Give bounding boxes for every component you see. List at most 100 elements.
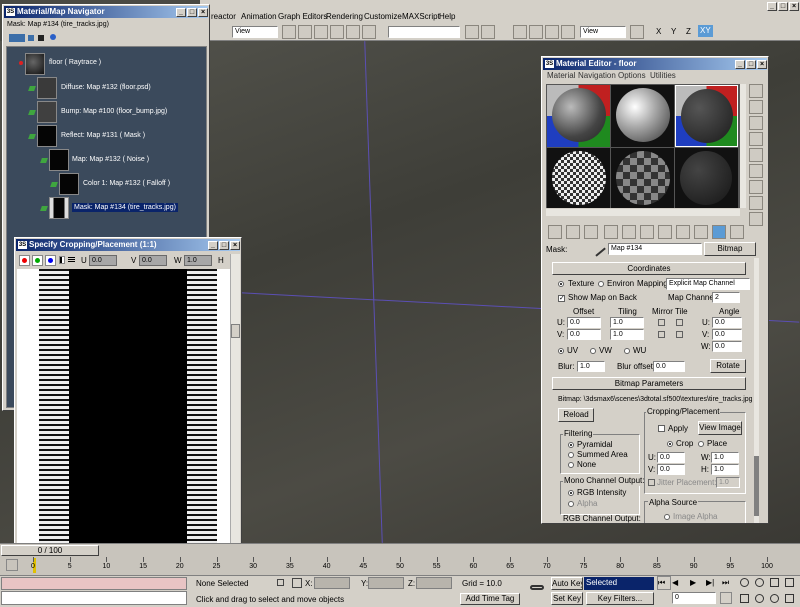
maximize-icon[interactable]: □ bbox=[219, 241, 229, 250]
tree-node-noise[interactable]: Map: Map #132 ( Noise ) bbox=[9, 149, 199, 171]
show-in-viewport-icon[interactable] bbox=[50, 34, 56, 40]
reload-button[interactable]: Reload bbox=[558, 408, 594, 422]
render-type-dropdown[interactable]: View bbox=[580, 26, 626, 38]
pan-icon[interactable] bbox=[755, 594, 764, 603]
environ-radio[interactable] bbox=[598, 281, 604, 287]
small-icons-icon[interactable] bbox=[28, 35, 34, 41]
minimize-icon[interactable]: _ bbox=[735, 60, 745, 69]
schematic-icon[interactable] bbox=[529, 25, 543, 39]
crop-w-field[interactable]: 1.0 bbox=[184, 255, 212, 266]
close-icon[interactable]: × bbox=[230, 241, 240, 250]
close-icon[interactable]: × bbox=[757, 60, 767, 69]
fov-icon[interactable] bbox=[740, 594, 749, 603]
summed-area-radio[interactable] bbox=[568, 452, 574, 458]
play-icon[interactable]: ▶ bbox=[690, 578, 696, 587]
tree-node-mask[interactable]: Mask: Map #134 (tire_tracks.jpg) bbox=[9, 197, 199, 219]
mated-menu-options[interactable]: Options bbox=[618, 71, 646, 81]
video-check-icon[interactable] bbox=[749, 148, 763, 162]
align-icon[interactable] bbox=[481, 25, 495, 39]
tree-node-diffuse[interactable]: Diffuse: Map #132 (floor.psd) bbox=[9, 77, 199, 99]
blue-channel-icon[interactable] bbox=[45, 255, 56, 266]
uv-tiling-icon[interactable] bbox=[749, 132, 763, 146]
close-icon[interactable]: × bbox=[198, 8, 208, 17]
jitter-checkbox[interactable] bbox=[648, 479, 655, 486]
menu-graph-editors[interactable]: Graph Editors bbox=[278, 12, 327, 21]
image-alpha-radio[interactable] bbox=[664, 514, 670, 520]
scroll-thumb[interactable] bbox=[231, 324, 240, 338]
angle-w-field[interactable]: 0.0 bbox=[712, 341, 742, 352]
map-channel-field[interactable]: 2 bbox=[712, 292, 740, 303]
tree-node-falloff[interactable]: Color 1: Map #132 ( Falloff ) bbox=[9, 173, 199, 195]
angle-v-field[interactable]: 0.0 bbox=[712, 329, 742, 340]
set-key-button[interactable]: Set Key bbox=[551, 592, 583, 605]
y-coord-field[interactable] bbox=[368, 577, 404, 589]
prev-frame-icon[interactable]: ◀ bbox=[672, 578, 678, 587]
sample-scrollbar-h[interactable] bbox=[546, 209, 740, 216]
select-by-material-icon[interactable] bbox=[749, 196, 763, 210]
arc-rotate-icon[interactable] bbox=[770, 594, 779, 603]
list-view-icon[interactable] bbox=[9, 34, 25, 42]
wu-radio[interactable] bbox=[624, 348, 630, 354]
menu-animation[interactable]: Animation bbox=[241, 12, 277, 21]
green-channel-icon[interactable] bbox=[32, 255, 43, 266]
offset-u-field[interactable]: 0.0 bbox=[567, 317, 601, 328]
map-name-dropdown[interactable]: Map #134 bbox=[608, 243, 702, 255]
key-filters-button[interactable]: Key Filters... bbox=[586, 592, 654, 605]
maximize-viewport-icon[interactable] bbox=[785, 594, 794, 603]
crop-w-value[interactable]: 1.0 bbox=[711, 452, 739, 463]
jitter-field[interactable]: 1.0 bbox=[716, 477, 740, 488]
tree-node-reflect[interactable]: Reflect: Map #131 ( Mask ) bbox=[9, 125, 199, 147]
mated-menu-navigation[interactable]: Navigation bbox=[578, 71, 616, 81]
mated-menu-utilities[interactable]: Utilities bbox=[650, 71, 676, 81]
next-frame-icon[interactable]: ▶| bbox=[706, 578, 714, 587]
absolute-mode-icon[interactable] bbox=[292, 578, 302, 588]
eyedropper-icon[interactable] bbox=[590, 241, 606, 257]
mono-icon[interactable] bbox=[68, 257, 75, 263]
material-editor-icon[interactable] bbox=[545, 25, 559, 39]
show-map-on-back-checkbox[interactable]: ✓ bbox=[558, 295, 565, 302]
angle-snap-icon[interactable] bbox=[346, 25, 360, 39]
tiling-u-field[interactable]: 1.0 bbox=[610, 317, 644, 328]
show-map-in-viewport-icon[interactable] bbox=[694, 225, 708, 239]
mirror-u-checkbox[interactable] bbox=[658, 319, 665, 326]
select-filter-icon[interactable] bbox=[298, 25, 312, 39]
view-image-button[interactable]: View Image bbox=[698, 421, 742, 435]
maxscript-output[interactable] bbox=[1, 591, 187, 605]
sample-type-icon[interactable] bbox=[749, 84, 763, 98]
crop-v-value[interactable]: 0.0 bbox=[657, 464, 685, 475]
map-type-button[interactable]: Bitmap bbox=[704, 242, 756, 256]
backlight-icon[interactable] bbox=[749, 100, 763, 114]
assign-material-icon[interactable] bbox=[584, 225, 598, 239]
minimize-icon[interactable]: _ bbox=[208, 241, 218, 250]
named-selection-dropdown[interactable] bbox=[388, 26, 460, 38]
snap-icon[interactable] bbox=[330, 25, 344, 39]
axis-xy-button[interactable]: XY bbox=[698, 25, 713, 37]
menu-maxscript[interactable]: MAXScript bbox=[402, 12, 440, 21]
put-to-scene-icon[interactable] bbox=[566, 225, 580, 239]
rgb-intensity-radio[interactable] bbox=[568, 490, 574, 496]
bitmap-params-rollout-header[interactable]: Bitmap Parameters bbox=[552, 377, 746, 390]
blur-offset-field[interactable]: 0.0 bbox=[653, 361, 685, 372]
sample-slot-1[interactable] bbox=[547, 85, 610, 147]
minimize-icon[interactable]: _ bbox=[176, 8, 186, 17]
background-icon[interactable] bbox=[749, 116, 763, 130]
sample-slot-3[interactable] bbox=[675, 85, 738, 147]
pyramidal-radio[interactable] bbox=[568, 442, 574, 448]
bitmap-path[interactable]: Bitmap: \3dsmax6\scenes\3dtotal.sf500\te… bbox=[558, 395, 752, 405]
make-unique-icon[interactable] bbox=[640, 225, 654, 239]
zoom-icon[interactable] bbox=[740, 578, 749, 587]
angle-u-field[interactable]: 0.0 bbox=[712, 317, 742, 328]
place-radio[interactable] bbox=[698, 441, 704, 447]
crop-h-value[interactable]: 1.0 bbox=[711, 464, 739, 475]
axis-z-button[interactable]: Z bbox=[686, 27, 691, 37]
mapping-dropdown[interactable]: Explicit Map Channel bbox=[666, 278, 750, 290]
menu-customize[interactable]: Customize bbox=[364, 12, 402, 21]
blur-field[interactable]: 1.0 bbox=[577, 361, 605, 372]
tiling-v-field[interactable]: 1.0 bbox=[610, 329, 644, 340]
material-navigator-icon[interactable] bbox=[749, 212, 763, 226]
percent-snap-icon[interactable] bbox=[362, 25, 376, 39]
tile-v-checkbox[interactable] bbox=[676, 331, 683, 338]
maximize-icon[interactable]: □ bbox=[746, 60, 756, 69]
render-scene-icon[interactable] bbox=[561, 25, 575, 39]
uv-radio[interactable] bbox=[558, 348, 564, 354]
